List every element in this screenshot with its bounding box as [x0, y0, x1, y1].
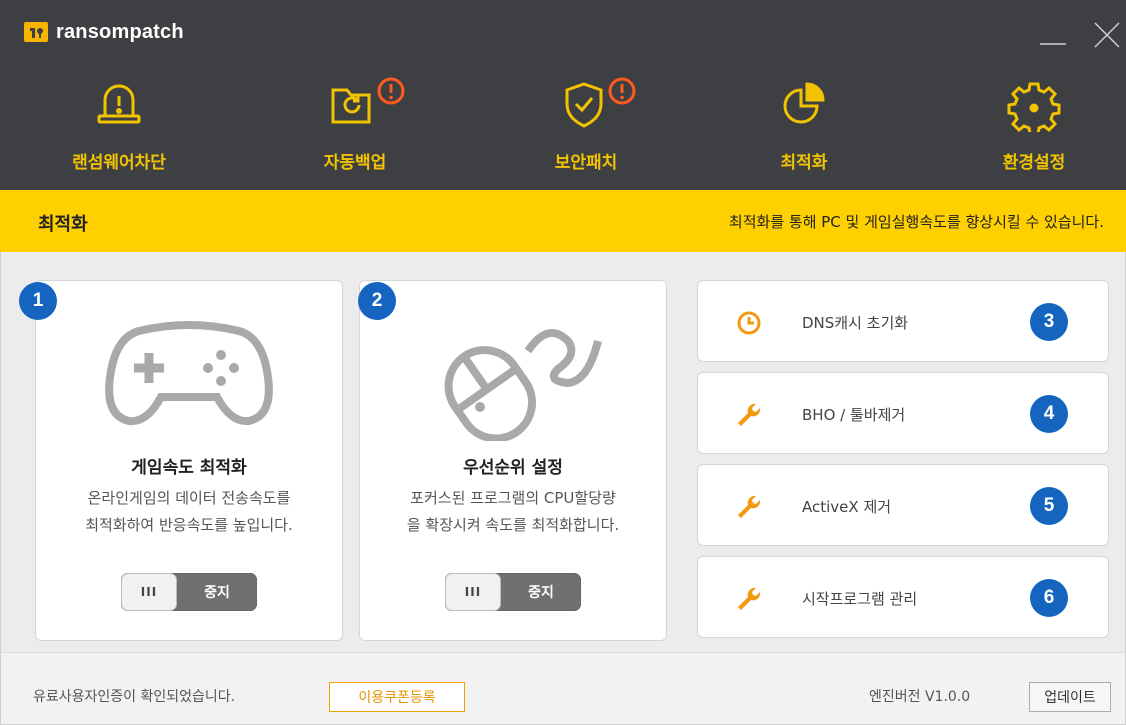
page-description: 최적화를 통해 PC 및 게임실행속도를 향상시킬 수 있습니다. [728, 213, 1104, 231]
game-speed-card: 게임속도 최적화 온라인게임의 데이터 전송속도를 최적화하여 반응속도를 높입… [35, 280, 343, 641]
card-description-line: 포커스된 프로그램의 CPU할당량 [410, 489, 616, 507]
card-description: 포커스된 프로그램의 CPU할당량 을 확장시켜 속도를 최적화합니다. [370, 485, 656, 539]
update-button[interactable]: 업데이트 [1029, 682, 1111, 712]
step-badge-3: 3 [1030, 303, 1068, 341]
mouse-icon [444, 329, 602, 441]
nav-item-security-patch[interactable]: 보안패치 [511, 70, 661, 182]
alert-icon [377, 77, 405, 105]
nav-label: 자동백업 [323, 153, 387, 173]
nav-label: 환경설정 [1002, 153, 1066, 173]
card-description-line: 최적화하여 반응속도를 높입니다. [85, 516, 293, 534]
step-badge-2: 2 [358, 282, 396, 320]
gamepad-icon [105, 321, 273, 426]
dns-cache-reset-button[interactable]: DNS캐시 초기화 3 [697, 280, 1109, 362]
toggle-label: 중지 [528, 585, 554, 601]
step-badge-4: 4 [1030, 395, 1068, 433]
action-label: BHO / 툴바제거 [802, 406, 906, 424]
gear-icon [1007, 82, 1061, 132]
priority-toggle[interactable]: III 중지 [445, 573, 581, 611]
card-title: 게임속도 최적화 [131, 458, 247, 478]
folder-refresh-icon [331, 88, 371, 124]
nav-label: 최적화 [780, 153, 828, 173]
section-titlebar: 최적화 최적화를 통해 PC 및 게임실행속도를 향상시킬 수 있습니다. [0, 190, 1126, 252]
logo-icon [24, 22, 48, 42]
game-speed-toggle[interactable]: III 중지 [121, 573, 257, 611]
card-title: 우선순위 설정 [463, 458, 563, 478]
bho-toolbar-remove-button[interactable]: BHO / 툴바제거 4 [697, 372, 1109, 454]
status-footer: 유료사용자인증이 확인되었습니다. 이용쿠폰등록 엔진버전 V1.0.0 업데이… [0, 652, 1126, 725]
step-badge-1: 1 [19, 282, 57, 320]
app-header: ransompatch 랜섬웨어차단 자동백업 보안패치 최적화 환경설정 [0, 0, 1126, 190]
engine-version: 엔진버전 V1.0.0 [869, 689, 971, 705]
activex-remove-button[interactable]: ActiveX 제거 5 [697, 464, 1109, 546]
toggle-knob[interactable]: III [445, 573, 501, 611]
alarm-icon [97, 84, 141, 124]
main-nav: 랜섬웨어차단 자동백업 보안패치 최적화 환경설정 [0, 70, 1126, 182]
toggle-label: 중지 [204, 585, 230, 601]
wrench-icon [738, 495, 761, 518]
nav-item-ransomware-block[interactable]: 랜섬웨어차단 [44, 70, 194, 182]
action-label: 시작프로그램 관리 [802, 590, 918, 608]
nav-item-settings[interactable]: 환경설정 [959, 70, 1109, 182]
nav-item-optimize[interactable]: 최적화 [729, 70, 879, 182]
page-title: 최적화 [38, 214, 88, 235]
shield-check-icon [565, 82, 603, 128]
license-status: 유료사용자인증이 확인되었습니다. [33, 689, 236, 705]
card-description-line: 을 확장시켜 속도를 최적화합니다. [406, 516, 620, 534]
app-logo: ransompatch [24, 20, 184, 44]
wrench-icon [738, 587, 761, 610]
toggle-knob[interactable]: III [121, 573, 177, 611]
action-label: ActiveX 제거 [802, 498, 892, 516]
minimize-icon[interactable] [1036, 18, 1070, 52]
nav-label: 랜섬웨어차단 [72, 153, 166, 173]
timer-icon [737, 311, 761, 335]
wrench-icon [738, 403, 761, 426]
step-badge-5: 5 [1030, 487, 1068, 525]
pie-chart-icon [783, 82, 825, 124]
close-icon[interactable] [1090, 18, 1124, 52]
startup-manager-button[interactable]: 시작프로그램 관리 6 [697, 556, 1109, 638]
nav-label: 보안패치 [554, 153, 618, 173]
coupon-register-button[interactable]: 이용쿠폰등록 [329, 682, 465, 712]
main-content: 1 게임속도 최적화 온라인게임의 데이터 전송속도를 최적화하여 반응속도를 … [0, 252, 1126, 652]
action-label: DNS캐시 초기화 [802, 314, 909, 332]
card-description-line: 온라인게임의 데이터 전송속도를 [87, 489, 291, 507]
step-badge-6: 6 [1030, 579, 1068, 617]
card-description: 온라인게임의 데이터 전송속도를 최적화하여 반응속도를 높입니다. [46, 485, 332, 539]
alert-icon [608, 77, 636, 105]
nav-item-auto-backup[interactable]: 자동백업 [280, 70, 430, 182]
logo-text: ransompatch [56, 20, 184, 43]
priority-card: 우선순위 설정 포커스된 프로그램의 CPU할당량 을 확장시켜 속도를 최적화… [359, 280, 667, 641]
